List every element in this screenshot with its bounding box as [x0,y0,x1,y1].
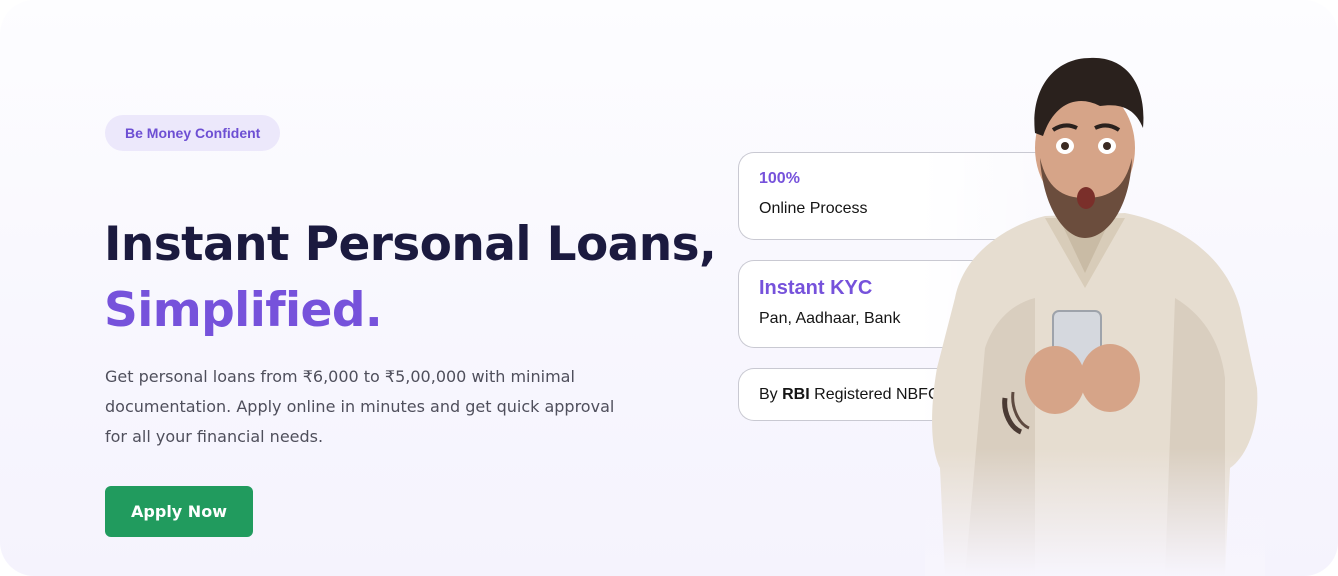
apply-now-button[interactable]: Apply Now [105,486,253,537]
tagline-badge: Be Money Confident [105,115,281,151]
title-line-primary: Instant Personal Loans, [104,217,717,272]
title-line-accent: Simplified. [104,283,383,338]
nbfc-suffix: Registered NBFC [809,386,940,403]
nbfc-rbi-label: RBI [782,386,810,403]
hero-section: Be Money Confident Instant Personal Loan… [0,0,1338,576]
page-title: Instant Personal Loans, Simplified. [104,212,717,344]
feature-card-text: By RBI Registered NBFC [759,386,940,404]
feature-card-heading: 100% [759,170,800,187]
nbfc-prefix: By [759,386,783,403]
feature-card-subtext: Online Process [759,200,868,217]
person-illustration-svg [925,57,1265,576]
hero-description: Get personal loans from ₹6,000 to ₹5,00,… [105,367,615,446]
surprised-man-with-phone-illustration [925,48,1265,576]
feature-card-subtext: Pan, Aadhaar, Bank [759,310,901,327]
feature-card-heading: Instant KYC [759,277,873,299]
